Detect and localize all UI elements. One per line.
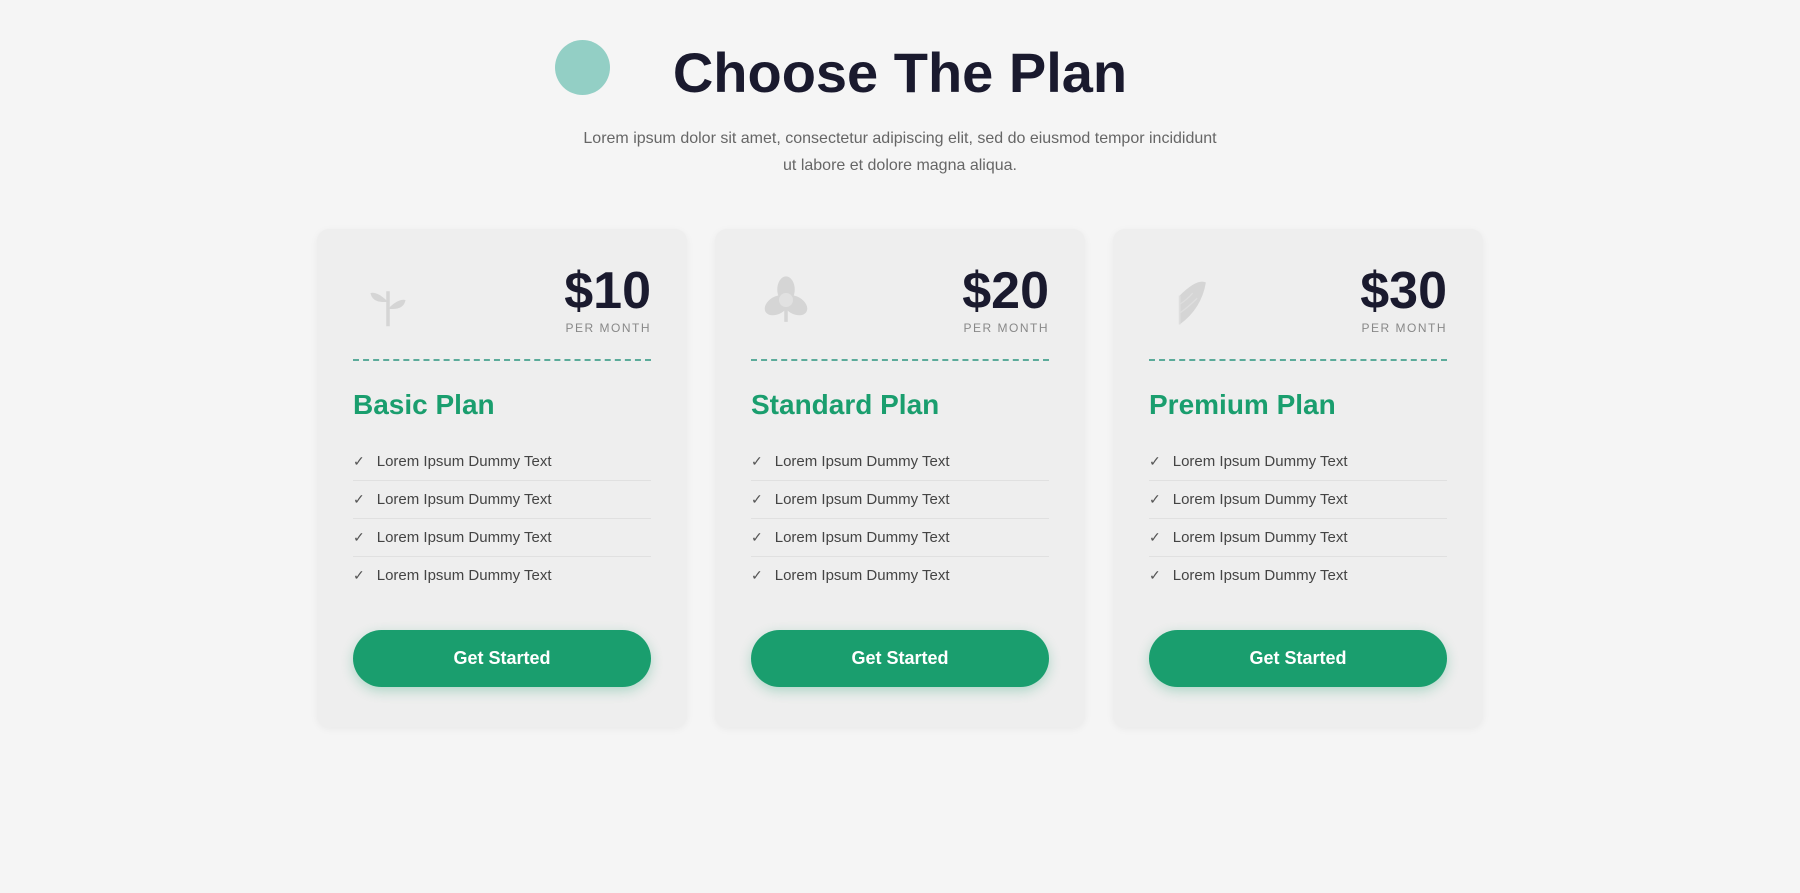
plan-price-block-standard: $20 PER MONTH — [962, 265, 1049, 335]
plan-price-premium: $30 — [1360, 265, 1447, 317]
list-item: ✓Lorem Ipsum Dummy Text — [1149, 481, 1447, 519]
plan-name-basic: Basic Plan — [353, 389, 651, 421]
get-started-button-premium[interactable]: Get Started — [1149, 630, 1447, 687]
list-item: ✓Lorem Ipsum Dummy Text — [353, 443, 651, 481]
check-icon: ✓ — [1149, 567, 1161, 584]
check-icon: ✓ — [1149, 491, 1161, 508]
plan-divider-standard — [751, 359, 1049, 361]
check-icon: ✓ — [353, 453, 365, 470]
page-title: Choose The Plan — [673, 40, 1127, 105]
plan-header-premium: $30 PER MONTH — [1149, 265, 1447, 335]
plan-price-basic: $10 — [564, 265, 651, 317]
title-decoration — [555, 40, 610, 95]
check-icon: ✓ — [353, 529, 365, 546]
list-item: ✓Lorem Ipsum Dummy Text — [751, 481, 1049, 519]
plan-period-standard: PER MONTH — [962, 321, 1049, 335]
get-started-button-basic[interactable]: Get Started — [353, 630, 651, 687]
header-section: Choose The Plan Lorem ipsum dolor sit am… — [580, 40, 1220, 179]
plan-price-block-basic: $10 PER MONTH — [564, 265, 651, 335]
list-item: ✓Lorem Ipsum Dummy Text — [353, 557, 651, 594]
plan-card-premium: $30 PER MONTH Premium Plan ✓Lorem Ipsum … — [1113, 229, 1483, 727]
plan-period-premium: PER MONTH — [1360, 321, 1447, 335]
check-icon: ✓ — [353, 491, 365, 508]
plan-divider-premium — [1149, 359, 1447, 361]
plan-icon-standard — [751, 265, 821, 335]
plan-card-standard: $20 PER MONTH Standard Plan ✓Lorem Ipsum… — [715, 229, 1085, 727]
plan-header-basic: $10 PER MONTH — [353, 265, 651, 335]
plan-header-standard: $20 PER MONTH — [751, 265, 1049, 335]
check-icon: ✓ — [751, 529, 763, 546]
plan-card-basic: $10 PER MONTH Basic Plan ✓Lorem Ipsum Du… — [317, 229, 687, 727]
check-icon: ✓ — [1149, 529, 1161, 546]
check-icon: ✓ — [1149, 453, 1161, 470]
plan-icon-premium — [1149, 265, 1219, 335]
list-item: ✓Lorem Ipsum Dummy Text — [751, 519, 1049, 557]
plan-period-basic: PER MONTH — [564, 321, 651, 335]
plans-container: $10 PER MONTH Basic Plan ✓Lorem Ipsum Du… — [300, 229, 1500, 727]
list-item: ✓Lorem Ipsum Dummy Text — [751, 557, 1049, 594]
plan-name-premium: Premium Plan — [1149, 389, 1447, 421]
check-icon: ✓ — [751, 453, 763, 470]
plan-divider-basic — [353, 359, 651, 361]
plan-features-premium: ✓Lorem Ipsum Dummy Text ✓Lorem Ipsum Dum… — [1149, 443, 1447, 594]
plan-features-standard: ✓Lorem Ipsum Dummy Text ✓Lorem Ipsum Dum… — [751, 443, 1049, 594]
title-wrapper: Choose The Plan — [580, 40, 1220, 105]
page-subtitle: Lorem ipsum dolor sit amet, consectetur … — [580, 125, 1220, 179]
list-item: ✓Lorem Ipsum Dummy Text — [353, 481, 651, 519]
plan-name-standard: Standard Plan — [751, 389, 1049, 421]
get-started-button-standard[interactable]: Get Started — [751, 630, 1049, 687]
plan-price-block-premium: $30 PER MONTH — [1360, 265, 1447, 335]
check-icon: ✓ — [751, 567, 763, 584]
plan-price-standard: $20 — [962, 265, 1049, 317]
plan-icon-basic — [353, 265, 423, 335]
list-item: ✓Lorem Ipsum Dummy Text — [1149, 557, 1447, 594]
check-icon: ✓ — [751, 491, 763, 508]
list-item: ✓Lorem Ipsum Dummy Text — [353, 519, 651, 557]
list-item: ✓Lorem Ipsum Dummy Text — [1149, 443, 1447, 481]
check-icon: ✓ — [353, 567, 365, 584]
list-item: ✓Lorem Ipsum Dummy Text — [1149, 519, 1447, 557]
list-item: ✓Lorem Ipsum Dummy Text — [751, 443, 1049, 481]
plan-features-basic: ✓Lorem Ipsum Dummy Text ✓Lorem Ipsum Dum… — [353, 443, 651, 594]
